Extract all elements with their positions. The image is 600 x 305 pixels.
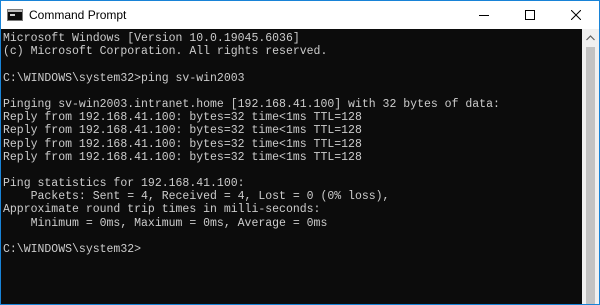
console-line: Reply from 192.168.41.100: bytes=32 time…: [3, 137, 362, 151]
console-line: Microsoft Windows [Version 10.0.19045.60…: [3, 32, 300, 45]
console-line: Approximate round trip times in milli-se…: [3, 203, 321, 217]
console-line: Ping statistics for 192.168.41.100:: [3, 177, 245, 191]
command-prompt-icon[interactable]: [7, 9, 23, 21]
console-line: (c) Microsoft Corporation. All rights re…: [3, 45, 328, 59]
command-prompt-window: Command Prompt Microsoft Windows [Versio…: [0, 0, 600, 305]
close-button[interactable]: [553, 1, 599, 29]
chevron-up-icon: [586, 34, 595, 40]
console-line: Reply from 192.168.41.100: bytes=32 time…: [3, 124, 362, 138]
console-line: Minimum = 0ms, Maximum = 0ms, Average = …: [3, 216, 328, 230]
vertical-scrollbar[interactable]: [582, 29, 599, 304]
close-icon: [571, 10, 581, 20]
maximize-button[interactable]: [507, 1, 553, 29]
console-line: Pinging sv-win2003.intranet.home [192.16…: [3, 97, 500, 111]
console-line: C:\WINDOWS\system32>: [3, 243, 142, 256]
console-line: C:\WINDOWS\system32>ping sv-win2003: [3, 71, 245, 85]
maximize-icon: [525, 10, 535, 20]
console-line: Reply from 192.168.41.100: bytes=32 time…: [3, 150, 362, 164]
console-line: Reply from 192.168.41.100: bytes=32 time…: [3, 111, 362, 125]
scrollbar-thumb[interactable]: [586, 47, 595, 304]
window-controls: [461, 1, 599, 29]
console-line: Packets: Sent = 4, Received = 4, Lost = …: [3, 190, 390, 204]
title-bar[interactable]: Command Prompt: [1, 1, 599, 29]
console-output[interactable]: Microsoft Windows [Version 10.0.19045.60…: [1, 29, 581, 304]
minimize-button[interactable]: [461, 1, 507, 29]
scroll-up-button[interactable]: [582, 29, 599, 46]
window-title: Command Prompt: [29, 8, 127, 22]
minimize-icon: [479, 15, 489, 16]
